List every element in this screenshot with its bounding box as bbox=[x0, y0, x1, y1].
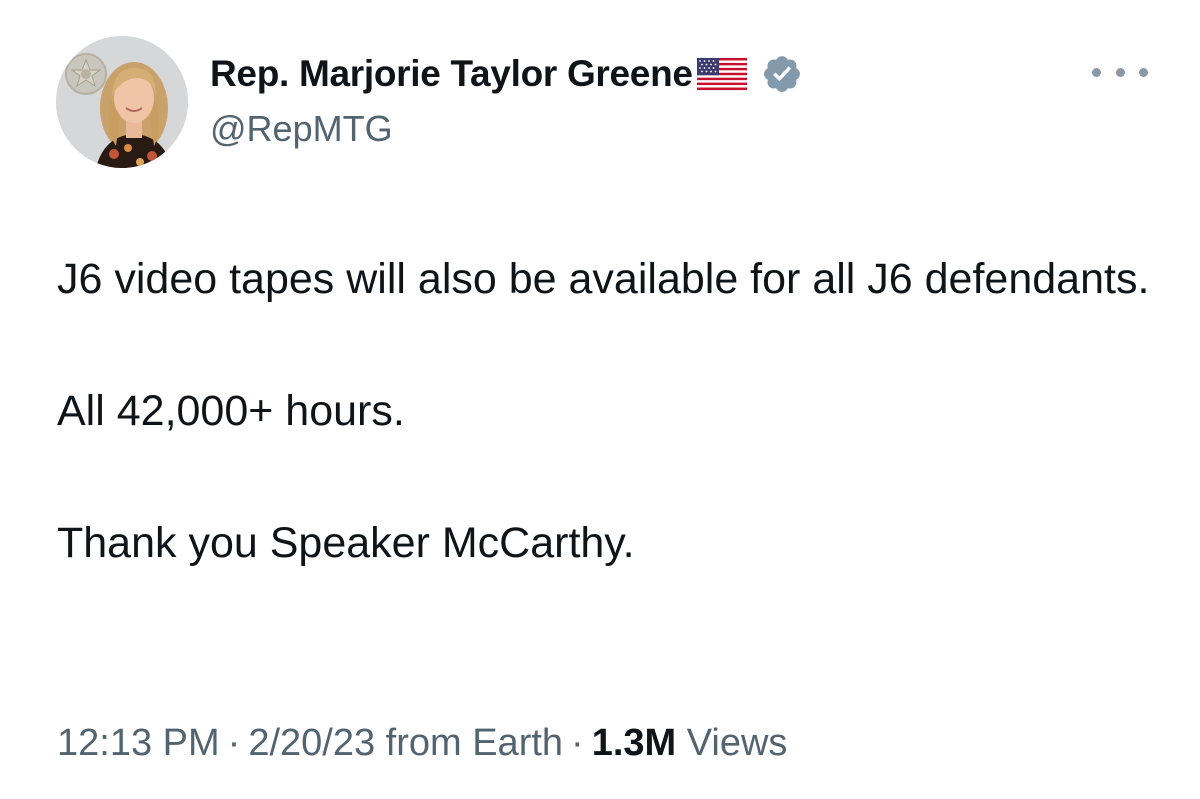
meta-separator: · bbox=[571, 722, 584, 764]
tweet: Rep. Marjorie Taylor Greene @RepMTG J6 v… bbox=[0, 0, 1200, 799]
tweet-time[interactable]: 12:13 PM bbox=[57, 722, 220, 764]
more-dot bbox=[1139, 67, 1148, 77]
avatar[interactable] bbox=[56, 36, 188, 168]
more-dot bbox=[1115, 67, 1125, 77]
views-label: Views bbox=[686, 722, 788, 764]
tweet-date-source[interactable]: 2/20/23 from Earth bbox=[248, 722, 563, 764]
tweet-meta: 12:13 PM · 2/20/23 from Earth · 1.3M Views bbox=[57, 722, 787, 765]
tweet-text: J6 video tapes will also be available fo… bbox=[57, 246, 1157, 576]
verified-badge-icon[interactable] bbox=[761, 53, 803, 95]
meta-separator: · bbox=[227, 722, 241, 764]
tweet-line: Thank you Speaker McCarthy. bbox=[57, 519, 635, 567]
tweet-line: All 42,000+ hours. bbox=[57, 387, 405, 435]
author-display-name[interactable]: Rep. Marjorie Taylor Greene bbox=[210, 53, 693, 95]
more-options-icon[interactable] bbox=[1092, 56, 1148, 88]
author-name-row[interactable]: Rep. Marjorie Taylor Greene bbox=[210, 50, 803, 98]
author-handle[interactable]: @RepMTG bbox=[210, 108, 393, 150]
tweet-line: J6 video tapes will also be available fo… bbox=[57, 255, 1150, 303]
us-flag-icon bbox=[696, 56, 747, 92]
avatar-image bbox=[56, 36, 188, 168]
views-count[interactable]: 1.3M bbox=[592, 722, 676, 764]
more-dot bbox=[1092, 67, 1101, 77]
